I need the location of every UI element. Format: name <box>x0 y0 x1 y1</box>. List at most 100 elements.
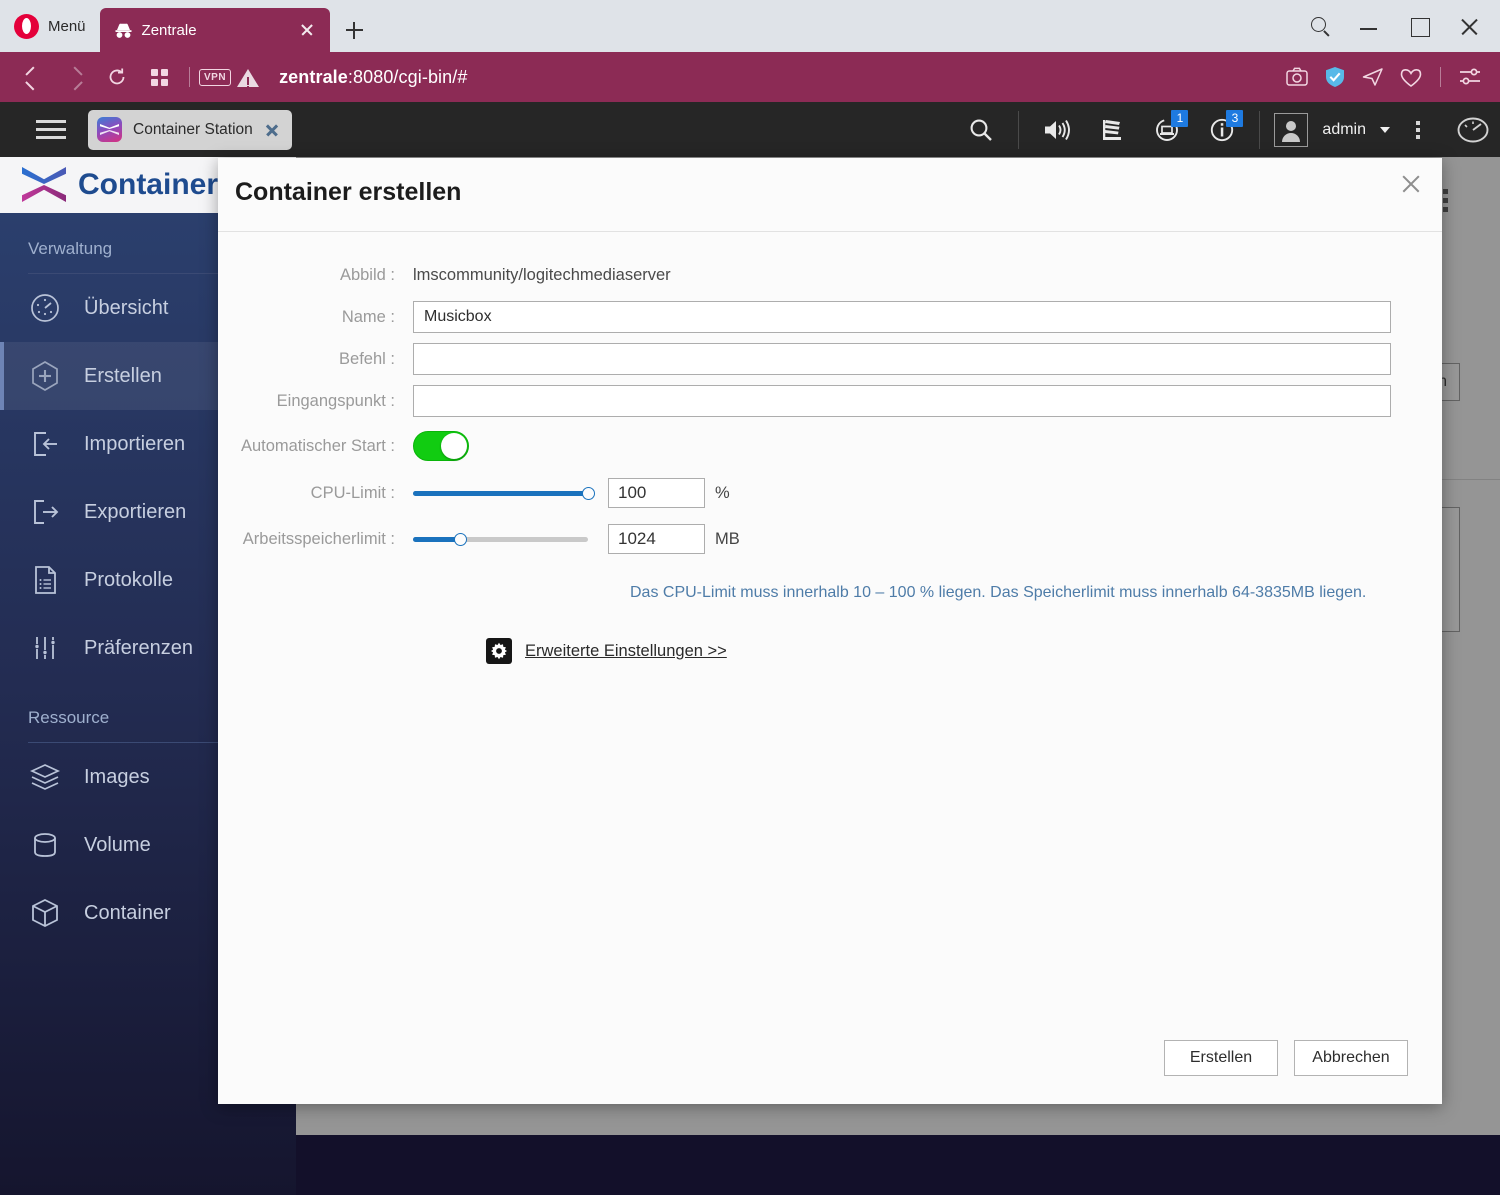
browser-tab[interactable]: Zentrale <box>99 8 330 52</box>
volume-cylinder-icon <box>28 828 62 862</box>
divider <box>1018 110 1020 149</box>
field-label-command: Befehl : <box>339 349 395 368</box>
export-icon <box>28 495 62 529</box>
dialog-header: Container erstellen <box>218 158 1442 232</box>
field-label-memory-limit: Arbeitsspeicherlimit : <box>242 529 395 548</box>
user-avatar-icon <box>1274 112 1309 147</box>
opera-logo-icon <box>14 13 39 39</box>
minimize-icon[interactable] <box>1344 0 1394 52</box>
ad-block-shield-icon[interactable] <box>1317 59 1353 95</box>
qts-app-tab-close-icon[interactable] <box>264 122 280 138</box>
dialog-footer: Erstellen Abbrechen <box>218 1012 1442 1104</box>
create-button[interactable]: Erstellen <box>1164 1040 1278 1076</box>
dialog-title: Container erstellen <box>235 178 462 206</box>
cpu-limit-unit: % <box>715 483 730 502</box>
sidebar-item-label: Container <box>84 901 171 924</box>
qts-top-bar: Container Station 1 3 admin <box>0 102 1500 157</box>
slider-knob[interactable] <box>454 533 468 546</box>
chevron-down-icon[interactable] <box>1380 126 1390 133</box>
advanced-settings-row[interactable]: Erweiterte Einstellungen >> <box>218 602 1442 664</box>
snapshot-camera-icon[interactable] <box>1279 59 1315 95</box>
window-controls <box>1294 0 1500 52</box>
name-input[interactable] <box>413 301 1391 333</box>
url-text[interactable]: zentrale:8080/cgi-bin/# <box>279 67 467 88</box>
window-close-icon[interactable] <box>1444 0 1494 52</box>
qts-app-tab-container-station[interactable]: Container Station <box>88 109 292 150</box>
back-arrow-icon[interactable] <box>12 56 54 98</box>
browser-tab-bar: Menü Zentrale <box>0 0 1500 52</box>
entrypoint-input[interactable] <box>413 385 1391 417</box>
container-station-logo <box>22 165 66 205</box>
sidebar-item-label: Übersicht <box>84 296 169 319</box>
external-device-badge: 1 <box>1171 110 1189 127</box>
field-label-entrypoint: Eingangspunkt : <box>276 391 395 410</box>
incognito-hat-icon <box>114 21 133 40</box>
create-plus-icon <box>28 359 62 393</box>
limits-hint-text: Das CPU-Limit muss innerhalb 10 – 100 % … <box>630 584 1367 601</box>
tab-close-icon[interactable] <box>294 17 320 43</box>
memory-limit-slider[interactable] <box>413 529 588 549</box>
sidebar-item-label: Erstellen <box>84 364 162 387</box>
heart-icon[interactable] <box>1393 59 1429 95</box>
slider-fill <box>413 491 588 496</box>
opera-menu-label: Menü <box>48 17 86 35</box>
notification-info-icon[interactable]: 3 <box>1194 102 1249 157</box>
external-device-icon[interactable]: 1 <box>1139 102 1194 157</box>
cpu-limit-slider[interactable] <box>413 483 595 503</box>
qts-app-tab-label: Container Station <box>133 120 253 138</box>
slider-knob[interactable] <box>582 487 595 500</box>
notification-badge: 3 <box>1226 110 1244 127</box>
opera-menu-button[interactable]: Menü <box>0 0 100 52</box>
autostart-toggle[interactable] <box>413 431 469 461</box>
import-icon <box>28 427 62 461</box>
send-to-device-icon[interactable] <box>1355 59 1391 95</box>
qts-menu-icon[interactable] <box>36 115 66 144</box>
dashboard-gauge-icon[interactable] <box>1445 102 1500 157</box>
browser-search-icon[interactable] <box>1294 0 1344 52</box>
create-container-dialog: Container erstellen Abbild : lmscommunit… <box>218 158 1442 1104</box>
divider <box>1440 67 1441 87</box>
qts-toolbar: 1 3 admin <box>953 102 1500 157</box>
sidebar-item-label: Images <box>84 765 150 788</box>
easy-setup-icon[interactable] <box>1452 59 1488 95</box>
cpu-limit-input[interactable] <box>608 478 705 508</box>
url-path: :8080/cgi-bin/# <box>347 66 468 87</box>
dialog-body: Abbild : lmscommunity/logitechmediaserve… <box>218 232 1442 664</box>
sidebar-item-label: Volume <box>84 833 151 856</box>
field-row-image: Abbild : lmscommunity/logitechmediaserve… <box>218 254 1442 296</box>
volume-icon[interactable] <box>1029 102 1084 157</box>
field-label-image: Abbild : <box>339 265 395 284</box>
sidebar-item-label: Importieren <box>84 432 186 455</box>
kebab-menu-icon[interactable] <box>1390 102 1445 157</box>
field-row-memory-limit: Arbeitsspeicherlimit : MB <box>218 516 1442 562</box>
dialog-close-icon[interactable] <box>1393 166 1429 202</box>
memory-limit-unit: MB <box>715 529 740 548</box>
command-input[interactable] <box>413 343 1391 375</box>
forward-arrow-icon[interactable] <box>54 56 96 98</box>
images-layers-icon <box>28 760 62 794</box>
preferences-sliders-icon <box>28 631 62 665</box>
memory-limit-input[interactable] <box>608 524 705 554</box>
tab-overview-grid-icon[interactable] <box>138 56 180 98</box>
vpn-badge[interactable]: VPN <box>199 68 232 86</box>
logs-document-icon <box>28 563 62 597</box>
field-row-entrypoint: Eingangspunkt : <box>218 380 1442 422</box>
sidebar-item-label: Präferenzen <box>84 636 193 659</box>
qts-user-area[interactable]: admin <box>1270 112 1390 147</box>
browser-address-bar: VPN zentrale:8080/cgi-bin/# <box>0 52 1500 102</box>
field-row-name: Name : <box>218 296 1442 338</box>
field-label-name: Name : <box>341 307 395 326</box>
new-tab-button[interactable] <box>334 8 374 52</box>
container-station-app: ContainerStation Verwaltung Übersicht Er… <box>0 157 1500 1195</box>
warning-triangle-icon[interactable] <box>231 60 265 94</box>
advanced-settings-link[interactable]: Erweiterte Einstellungen >> <box>525 642 727 661</box>
maximize-icon[interactable] <box>1394 0 1444 52</box>
sidebar-item-label: Exportieren <box>84 500 187 523</box>
qts-search-icon[interactable] <box>953 102 1008 157</box>
background-tasks-icon[interactable] <box>1084 102 1139 157</box>
field-value-image: lmscommunity/logitechmediaserver <box>413 265 671 284</box>
reload-icon[interactable] <box>96 56 138 98</box>
divider <box>1259 110 1261 149</box>
cancel-button[interactable]: Abbrechen <box>1294 1040 1408 1076</box>
gear-icon <box>486 638 512 664</box>
